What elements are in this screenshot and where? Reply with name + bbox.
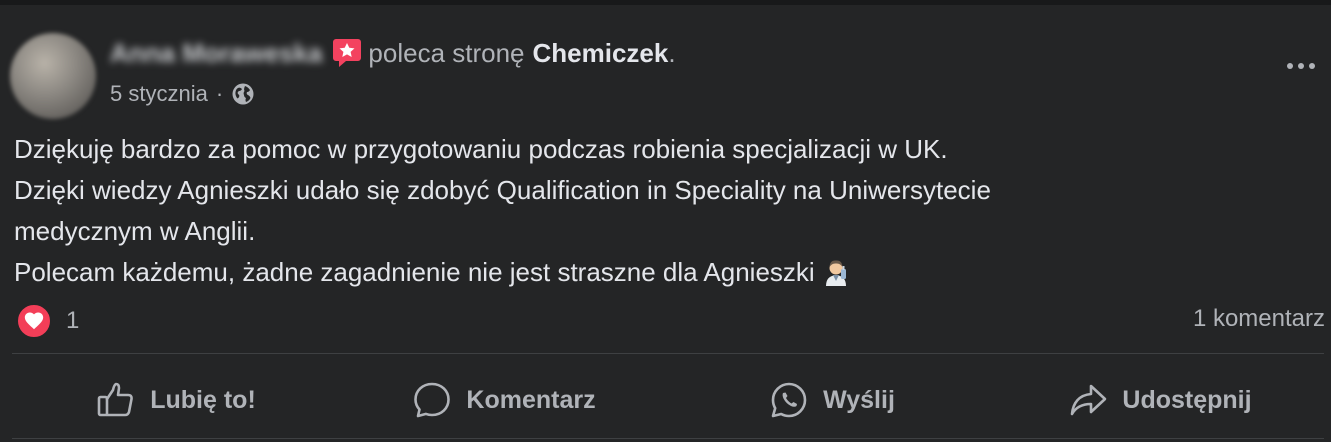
- post-body: Dziękuję bardzo za pomoc w przygotowaniu…: [14, 129, 1314, 293]
- like-label: Lubię to!: [150, 385, 256, 414]
- reactions-summary[interactable]: 1: [16, 303, 79, 339]
- divider-bottom: [12, 438, 1324, 439]
- more-options-icon[interactable]: [1281, 51, 1321, 81]
- avatar[interactable]: [10, 33, 96, 119]
- share-arrow-icon: [1068, 380, 1108, 420]
- send-label: Wyślij: [823, 385, 895, 414]
- whatsapp-icon: [769, 380, 809, 420]
- post-body-line: Dziękuję bardzo za pomoc w przygotowaniu…: [14, 134, 948, 164]
- comment-button[interactable]: Komentarz: [340, 360, 668, 440]
- author-name[interactable]: Anna Moraweska: [110, 38, 322, 69]
- comments-count-link[interactable]: 1 komentarz: [1193, 305, 1325, 333]
- send-button[interactable]: Wyślij: [668, 360, 996, 440]
- post-date[interactable]: 5 stycznia: [110, 81, 208, 107]
- post-title-line: Anna Moraweska poleca stronę Chemiczek .: [110, 33, 676, 73]
- post-actions-bar: Lubię to! Komentarz Wyślij Udostępnij: [12, 360, 1324, 440]
- doctor-emoji-icon: [821, 257, 851, 287]
- recommends-text: poleca stronę: [368, 37, 525, 68]
- page-name-suffix: .: [668, 37, 676, 68]
- recommendation-star-icon: [332, 37, 362, 69]
- post-card: Anna Moraweska poleca stronę Chemiczek .…: [0, 5, 1331, 442]
- meta-separator: ·: [215, 81, 224, 106]
- share-label: Udostępnij: [1122, 385, 1252, 414]
- like-button[interactable]: Lubię to!: [12, 360, 340, 440]
- comment-bubble-icon: [412, 380, 452, 420]
- page-name-link[interactable]: Chemiczek: [533, 38, 669, 69]
- love-reaction-icon: [16, 303, 52, 339]
- post-body-line: Polecam każdemu, żadne zagadnienie nie j…: [14, 257, 815, 287]
- post-header: Anna Moraweska poleca stronę Chemiczek .…: [10, 27, 1321, 119]
- divider: [12, 353, 1324, 354]
- reaction-count: 1: [66, 307, 80, 334]
- post-body-line-last: Polecam każdemu, żadne zagadnienie nie j…: [14, 252, 1314, 293]
- comment-label: Komentarz: [466, 385, 596, 414]
- share-button[interactable]: Udostępnij: [996, 360, 1324, 440]
- post-meta: 5 stycznia ·: [110, 81, 255, 107]
- post-body-line: Dzięki wiedzy Agnieszki udało się zdobyć…: [14, 175, 991, 205]
- globe-icon[interactable]: [231, 82, 255, 106]
- post-body-line: medycznym w Anglii.: [14, 216, 256, 246]
- thumbs-up-icon: [96, 380, 136, 420]
